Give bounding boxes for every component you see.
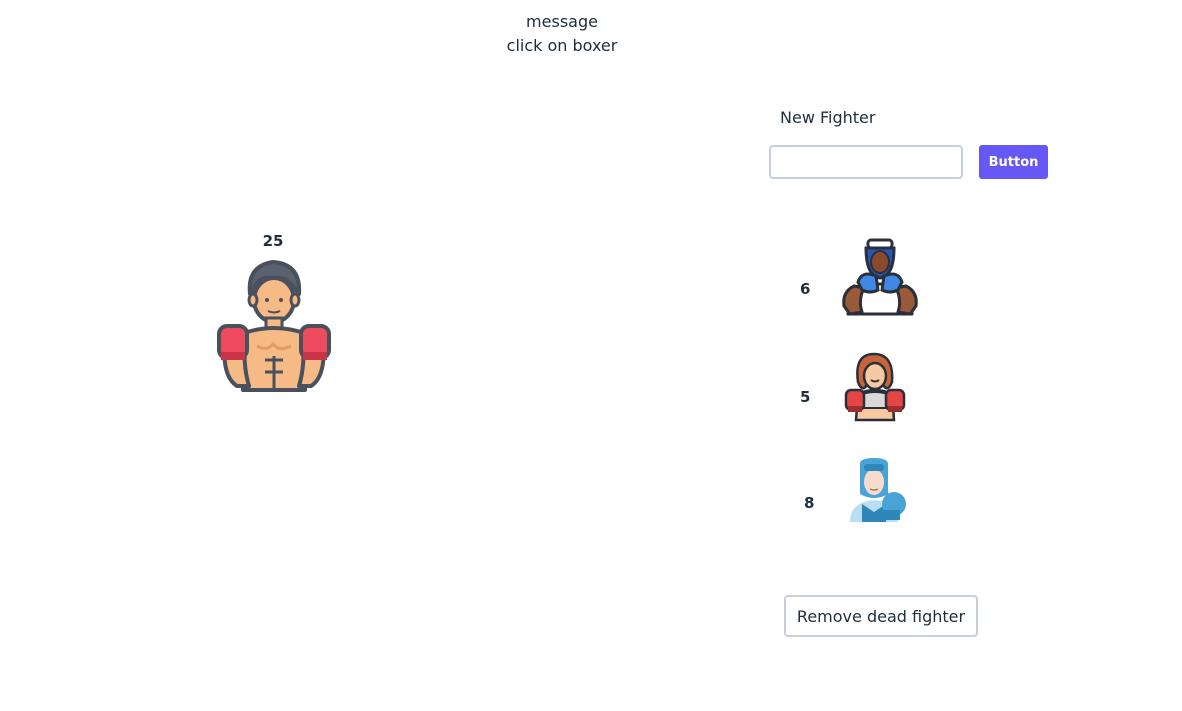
boxing-game-page: message click on boxer 25 New Fighter Bu… — [0, 0, 1182, 711]
boxer-blue-headgear-icon[interactable] — [840, 236, 920, 316]
message-panel: message click on boxer — [0, 10, 1124, 58]
main-fighter-hp: 25 — [262, 232, 284, 250]
add-fighter-button[interactable]: Button — [979, 145, 1048, 179]
roster-fighter[interactable]: 6 — [790, 236, 930, 316]
new-fighter-input[interactable] — [769, 145, 963, 179]
boxer-light-blue-headgear-icon[interactable] — [840, 456, 910, 526]
roster-fighter-hp: 8 — [804, 494, 815, 512]
main-fighter[interactable]: 25 — [215, 232, 333, 392]
remove-dead-fighter-button[interactable]: Remove dead fighter — [784, 595, 978, 637]
female-boxer-icon[interactable] — [840, 352, 910, 422]
shirtless-boxer-icon[interactable] — [215, 256, 333, 392]
message-text: click on boxer — [506, 36, 618, 55]
message-heading: message — [526, 12, 598, 31]
roster-fighter-hp: 6 — [800, 280, 811, 298]
roster-fighter-hp: 5 — [800, 388, 811, 406]
roster-fighter[interactable]: 5 — [790, 352, 930, 432]
roster-fighter[interactable]: 8 — [790, 456, 930, 536]
new-fighter-label: New Fighter — [780, 108, 876, 127]
